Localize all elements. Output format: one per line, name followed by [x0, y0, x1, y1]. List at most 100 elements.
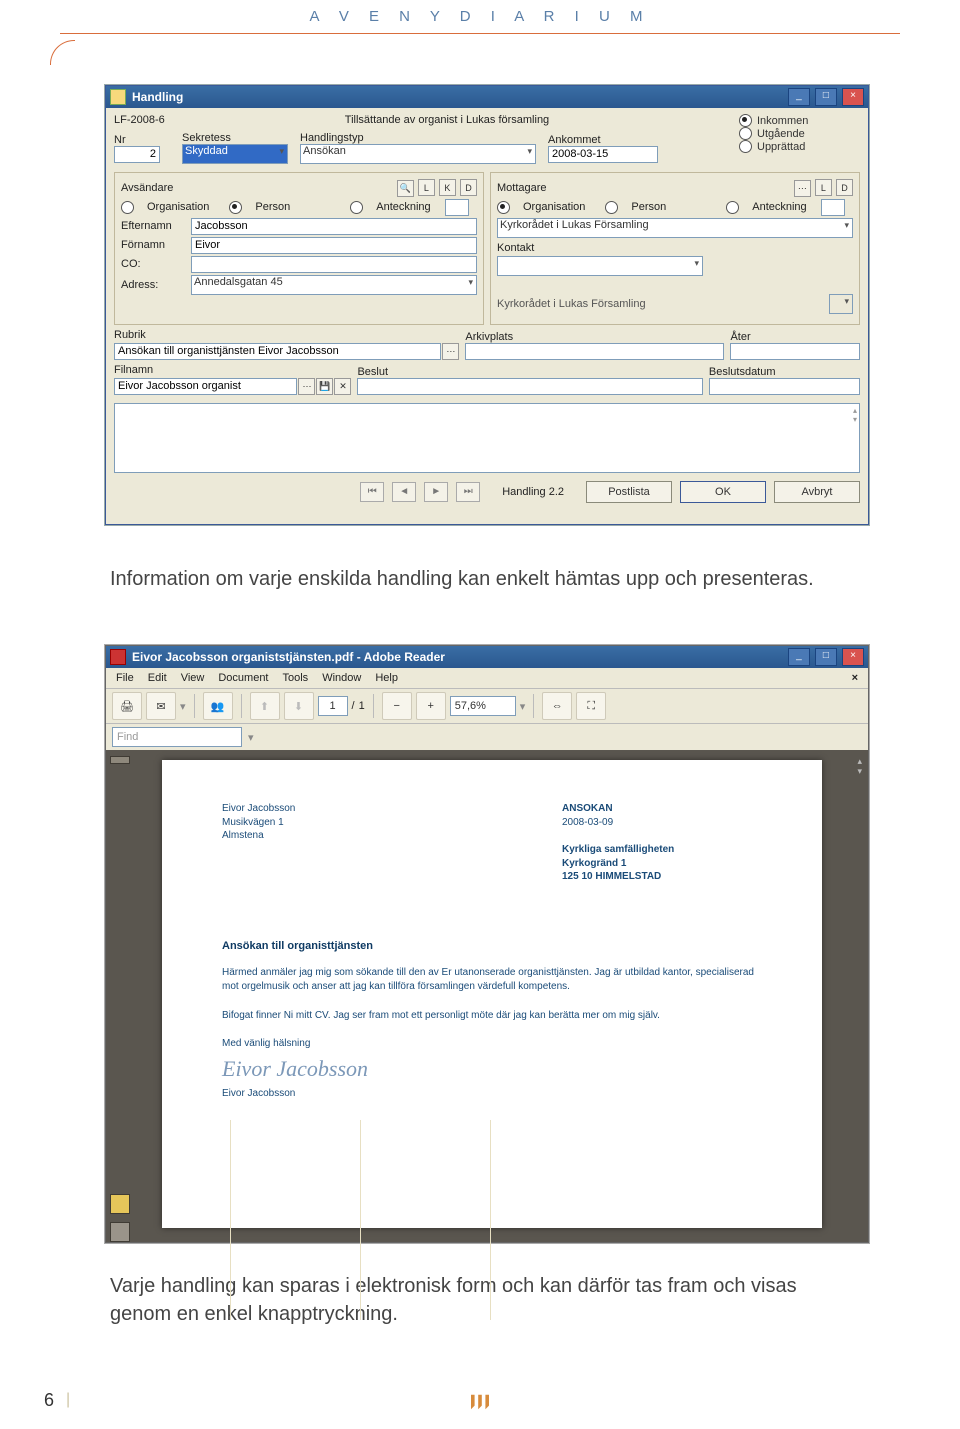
nav-next-icon[interactable]: ►: [424, 482, 448, 502]
find-input[interactable]: Find: [112, 727, 242, 747]
ater-input[interactable]: [730, 343, 860, 360]
caption-2: Varje handling kan sparas i elektronisk …: [110, 1272, 850, 1328]
page-number-input[interactable]: 1: [318, 696, 348, 716]
mini-K[interactable]: K: [439, 179, 456, 196]
page-number: 6: [44, 1390, 54, 1411]
nav-last-icon[interactable]: ⏭: [456, 482, 480, 502]
sekretess-select[interactable]: Skyddad: [182, 144, 288, 164]
label-nr: Nr: [114, 134, 174, 146]
caption-1: Information om varje enskilda handling k…: [110, 565, 850, 593]
mini-D[interactable]: D: [460, 179, 477, 196]
postlista-button[interactable]: Postlista: [586, 481, 672, 503]
avs-label-org: Organisation: [147, 201, 209, 213]
zoom-input[interactable]: 57,6%: [450, 696, 516, 716]
direction-group: Inkommen Utgående Upprättad: [739, 114, 854, 153]
filnamn-browse-icon[interactable]: ⋯: [298, 378, 315, 395]
mot-anteckning-input[interactable]: [821, 199, 845, 216]
menu-document[interactable]: Document: [218, 672, 268, 684]
rubrik-more-icon[interactable]: ⋯: [442, 343, 459, 360]
notes-area[interactable]: [114, 403, 860, 473]
nav-prev-icon[interactable]: ◄: [392, 482, 416, 502]
mottagare-extra-dd[interactable]: [829, 294, 853, 314]
kontakt-select[interactable]: [497, 256, 703, 276]
filnamn-input[interactable]: [114, 378, 297, 395]
menu-tools[interactable]: Tools: [283, 672, 309, 684]
avs-anteckning-input[interactable]: [445, 199, 469, 216]
fit-width-icon[interactable]: ⇔: [542, 692, 572, 720]
handling-window: Handling _ □ × LF-2008-6 Tillsättande av…: [105, 85, 869, 525]
reader-maximize-button[interactable]: □: [815, 648, 837, 666]
label-efternamn: Efternamn: [121, 220, 191, 232]
ankommet-input[interactable]: [548, 146, 658, 163]
mini-L[interactable]: L: [418, 179, 435, 196]
avs-label-anteckning: Anteckning: [376, 201, 430, 213]
rubrik-input[interactable]: [114, 343, 441, 360]
page-down-icon[interactable]: ⬇: [284, 692, 314, 720]
co-input[interactable]: [191, 256, 477, 273]
toolbar: 🖨 ✉ ▾ 👥 ⬆ ⬇ 1 / 1 − + 57,6%▾ ⇔ ⛶: [106, 689, 868, 724]
avs-radio-organisation[interactable]: [121, 201, 134, 214]
label-handlingstyp: Handlingstyp: [300, 132, 540, 144]
menu-view[interactable]: View: [181, 672, 205, 684]
label-mottagare: Mottagare: [497, 182, 547, 194]
delete-icon[interactable]: ✕: [334, 378, 351, 395]
adress-select[interactable]: Annedalsgatan 45: [191, 275, 477, 295]
window-controls: _ □ ×: [786, 88, 864, 106]
mottagare-hint: Kyrkorådet i Lukas Församling: [497, 298, 646, 310]
print-icon[interactable]: 🖨: [112, 692, 142, 720]
collab-icon[interactable]: 👥: [203, 692, 233, 720]
mot-radio-organisation[interactable]: [497, 201, 510, 214]
zoom-in-icon[interactable]: +: [416, 692, 446, 720]
radio-utgaende[interactable]: [739, 127, 752, 140]
handlingstyp-select[interactable]: Ansökan: [300, 144, 536, 164]
page-viewport[interactable]: Eivor Jacobsson Musikvägen 1 Almstena AN…: [134, 750, 868, 1242]
mot-radio-anteckning[interactable]: [726, 201, 739, 214]
comments-panel-icon[interactable]: [110, 1194, 130, 1214]
menu-edit[interactable]: Edit: [148, 672, 167, 684]
ok-button[interactable]: OK: [680, 481, 766, 503]
menu-file[interactable]: File: [116, 672, 134, 684]
mini-D-r[interactable]: D: [836, 179, 853, 196]
fullscreen-icon[interactable]: ⛶: [576, 692, 606, 720]
close-button[interactable]: ×: [842, 88, 864, 106]
page-up-icon[interactable]: ⬆: [250, 692, 280, 720]
minimize-button[interactable]: _: [788, 88, 810, 106]
avs-radio-anteckning[interactable]: [350, 201, 363, 214]
reader-window-controls: _ □ ×: [786, 648, 864, 666]
mot-radio-person[interactable]: [605, 201, 618, 214]
window-title: Handling: [132, 90, 786, 104]
radio-inkommen[interactable]: [739, 114, 752, 127]
page-total: 1: [359, 700, 365, 712]
attachments-panel-icon[interactable]: [110, 1222, 130, 1242]
ellipsis-icon[interactable]: ⋯: [794, 180, 811, 197]
nr-input[interactable]: [114, 146, 160, 163]
maximize-button[interactable]: □: [815, 88, 837, 106]
efternamn-input[interactable]: [191, 218, 477, 235]
label-avsandare: Avsändare: [121, 182, 173, 194]
save-icon[interactable]: 💾: [316, 378, 333, 395]
nav-first-icon[interactable]: ⏮: [360, 482, 384, 502]
radio-upprattad[interactable]: [739, 140, 752, 153]
pages-panel-icon[interactable]: [110, 756, 130, 764]
reader-close-button[interactable]: ×: [842, 648, 864, 666]
avbryt-button[interactable]: Avbryt: [774, 481, 860, 503]
email-icon[interactable]: ✉: [146, 692, 176, 720]
label-sekretess: Sekretess: [182, 132, 292, 144]
arkivplats-input[interactable]: [465, 343, 724, 360]
label-adress: Adress:: [121, 279, 191, 291]
menu-window[interactable]: Window: [322, 672, 361, 684]
find-dropdown-icon[interactable]: ▾: [248, 731, 254, 744]
beslut-input[interactable]: [357, 378, 702, 395]
search-icon[interactable]: 🔍: [397, 180, 414, 197]
mini-L-r[interactable]: L: [815, 179, 832, 196]
fornamn-input[interactable]: [191, 237, 477, 254]
doc-close-icon[interactable]: ×: [852, 672, 858, 684]
mottagare-select[interactable]: Kyrkorådet i Lukas Församling: [497, 218, 853, 238]
zoom-out-icon[interactable]: −: [382, 692, 412, 720]
page-header: A V E N Y D I A R I U M: [0, 0, 960, 25]
menu-help[interactable]: Help: [375, 672, 398, 684]
findbar: Find ▾: [106, 724, 868, 751]
beslutsdatum-input[interactable]: [709, 378, 860, 395]
avs-radio-person[interactable]: [229, 201, 242, 214]
reader-minimize-button[interactable]: _: [788, 648, 810, 666]
